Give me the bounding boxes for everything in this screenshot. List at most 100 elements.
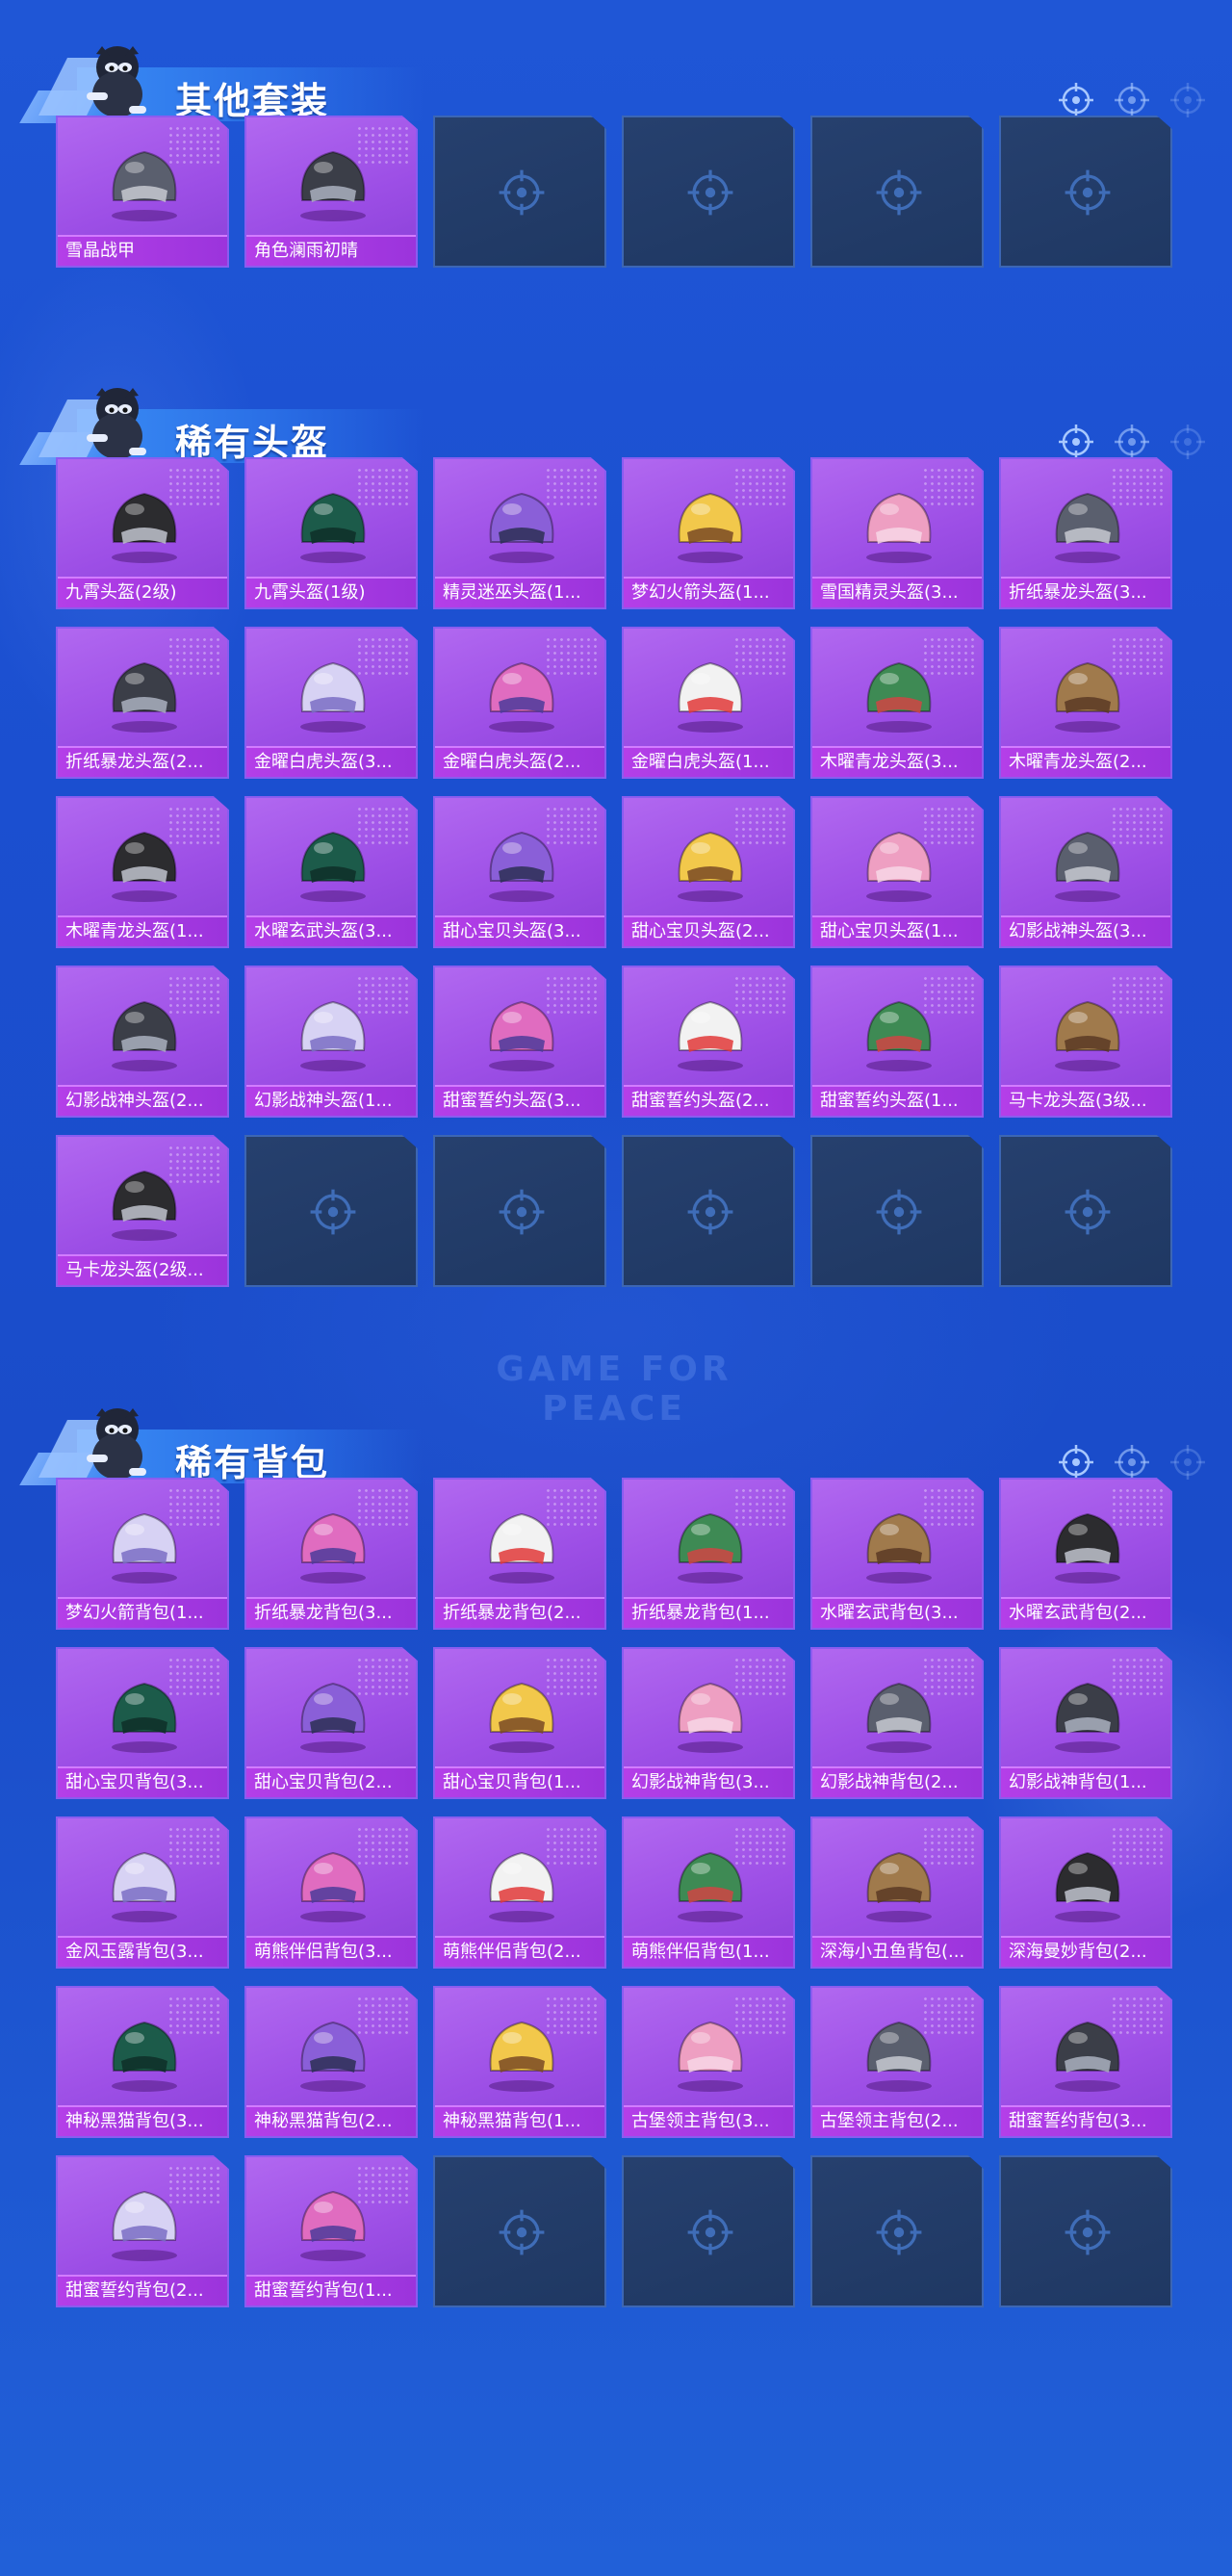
item-card[interactable]: 水曜玄武头盔(3...: [244, 796, 418, 948]
item-name: 雪晶战甲: [58, 235, 227, 266]
empty-slot: [622, 2155, 795, 2307]
item-card[interactable]: 幻影战神背包(1...: [999, 1647, 1172, 1799]
item-card[interactable]: 折纸暴龙背包(1...: [622, 1478, 795, 1630]
crosshair-icon: [874, 2207, 924, 2257]
item-name: 木曜青龙头盔(2...: [1001, 746, 1170, 777]
item-card[interactable]: 雪晶战甲: [56, 116, 229, 268]
item-card[interactable]: 金曜白虎头盔(2...: [433, 627, 606, 779]
item-card[interactable]: 木曜青龙头盔(2...: [999, 627, 1172, 779]
crosshair-icon: [874, 1187, 924, 1237]
item-card[interactable]: 甜心宝贝头盔(3...: [433, 796, 606, 948]
empty-slot: [999, 2155, 1172, 2307]
crosshair-icon: [497, 2207, 547, 2257]
item-card[interactable]: 甜蜜誓约头盔(2...: [622, 966, 795, 1118]
item-card[interactable]: 神秘黑猫背包(2...: [244, 1986, 418, 2138]
item-name: 梦幻火箭背包(1...: [58, 1597, 227, 1628]
crosshair-icon: [1063, 1187, 1113, 1237]
item-card[interactable]: 木曜青龙头盔(1...: [56, 796, 229, 948]
item-card[interactable]: 角色澜雨初晴: [244, 116, 418, 268]
section-2: 稀有头盔 九霄头盔(2级) 九霄头盔(1级) 精灵迷巫头盔(1... 梦幻火箭头…: [0, 380, 1232, 1287]
item-name: 金曜白虎头盔(3...: [246, 746, 416, 777]
item-name: 神秘黑猫背包(2...: [246, 2105, 416, 2136]
item-name: 幻影战神头盔(1...: [246, 1085, 416, 1116]
item-card[interactable]: 甜蜜誓约背包(3...: [999, 1986, 1172, 2138]
item-card[interactable]: 折纸暴龙背包(2...: [433, 1478, 606, 1630]
item-name: 甜蜜誓约背包(2...: [58, 2275, 227, 2306]
crosshair-icon: [308, 1187, 358, 1237]
item-name: 古堡领主背包(2...: [812, 2105, 982, 2136]
item-card[interactable]: 甜蜜誓约头盔(1...: [810, 966, 984, 1118]
item-card[interactable]: 金曜白虎头盔(1...: [622, 627, 795, 779]
item-card[interactable]: 甜蜜誓约背包(2...: [56, 2155, 229, 2307]
item-card[interactable]: 精灵迷巫头盔(1...: [433, 457, 606, 609]
item-card[interactable]: 金曜白虎头盔(3...: [244, 627, 418, 779]
item-card[interactable]: 金风玉露背包(3...: [56, 1816, 229, 1969]
crosshair-icon: [1168, 423, 1207, 461]
item-card[interactable]: 甜蜜誓约头盔(3...: [433, 966, 606, 1118]
item-name: 木曜青龙头盔(1...: [58, 915, 227, 946]
item-card[interactable]: 甜心宝贝背包(3...: [56, 1647, 229, 1799]
item-name: 水曜玄武头盔(3...: [246, 915, 416, 946]
item-card[interactable]: 古堡领主背包(3...: [622, 1986, 795, 2138]
item-name: 甜蜜誓约头盔(1...: [812, 1085, 982, 1116]
item-name: 甜心宝贝头盔(2...: [624, 915, 793, 946]
item-card[interactable]: 甜心宝贝头盔(1...: [810, 796, 984, 948]
item-card[interactable]: 幻影战神背包(3...: [622, 1647, 795, 1799]
item-card[interactable]: 马卡龙头盔(3级...: [999, 966, 1172, 1118]
item-card[interactable]: 萌熊伴侣背包(3...: [244, 1816, 418, 1969]
item-name: 木曜青龙头盔(3...: [812, 746, 982, 777]
crosshair-icon: [874, 167, 924, 218]
item-card[interactable]: 幻影战神头盔(1...: [244, 966, 418, 1118]
crosshair-icon: [1113, 423, 1151, 461]
crosshair-icon: [1168, 1443, 1207, 1481]
empty-slot: [999, 1135, 1172, 1287]
item-card[interactable]: 水曜玄武背包(2...: [999, 1478, 1172, 1630]
item-card[interactable]: 梦幻火箭头盔(1...: [622, 457, 795, 609]
item-card[interactable]: 甜心宝贝背包(1...: [433, 1647, 606, 1799]
item-card[interactable]: 折纸暴龙头盔(3...: [999, 457, 1172, 609]
item-card[interactable]: 萌熊伴侣背包(2...: [433, 1816, 606, 1969]
item-card[interactable]: 幻影战神头盔(3...: [999, 796, 1172, 948]
item-name: 折纸暴龙背包(3...: [246, 1597, 416, 1628]
empty-slot: [810, 116, 984, 268]
item-card[interactable]: 萌熊伴侣背包(1...: [622, 1816, 795, 1969]
empty-slot: [244, 1135, 418, 1287]
item-name: 马卡龙头盔(3级...: [1001, 1085, 1170, 1116]
item-card[interactable]: 深海小丑鱼背包(...: [810, 1816, 984, 1969]
item-card[interactable]: 甜心宝贝头盔(2...: [622, 796, 795, 948]
item-card[interactable]: 九霄头盔(1级): [244, 457, 418, 609]
item-card[interactable]: 水曜玄武背包(3...: [810, 1478, 984, 1630]
crosshair-icon: [685, 167, 735, 218]
item-card[interactable]: 九霄头盔(2级): [56, 457, 229, 609]
item-card[interactable]: 雪国精灵头盔(3...: [810, 457, 984, 609]
empty-slot: [433, 2155, 606, 2307]
item-card[interactable]: 古堡领主背包(2...: [810, 1986, 984, 2138]
item-card[interactable]: 梦幻火箭背包(1...: [56, 1478, 229, 1630]
item-name: 精灵迷巫头盔(1...: [435, 577, 604, 607]
item-card[interactable]: 神秘黑猫背包(3...: [56, 1986, 229, 2138]
crosshair-icon: [497, 1187, 547, 1237]
item-card[interactable]: 甜心宝贝背包(2...: [244, 1647, 418, 1799]
empty-slot: [810, 2155, 984, 2307]
item-name: 甜心宝贝头盔(1...: [812, 915, 982, 946]
item-card[interactable]: 折纸暴龙头盔(2...: [56, 627, 229, 779]
item-card[interactable]: 幻影战神头盔(2...: [56, 966, 229, 1118]
item-card[interactable]: 马卡龙头盔(2级...: [56, 1135, 229, 1287]
item-name: 深海小丑鱼背包(...: [812, 1936, 982, 1967]
item-card[interactable]: 甜蜜誓约背包(1...: [244, 2155, 418, 2307]
item-card[interactable]: 折纸暴龙背包(3...: [244, 1478, 418, 1630]
item-name: 折纸暴龙头盔(3...: [1001, 577, 1170, 607]
item-name: 古堡领主背包(3...: [624, 2105, 793, 2136]
item-name: 幻影战神背包(1...: [1001, 1766, 1170, 1797]
item-card[interactable]: 木曜青龙头盔(3...: [810, 627, 984, 779]
section-3: 稀有背包 梦幻火箭背包(1... 折纸暴龙背包(3... 折纸暴龙背包(2...…: [0, 1401, 1232, 2307]
item-card[interactable]: 深海曼妙背包(2...: [999, 1816, 1172, 1969]
item-card[interactable]: 幻影战神背包(2...: [810, 1647, 984, 1799]
empty-slot: [433, 1135, 606, 1287]
item-card[interactable]: 神秘黑猫背包(1...: [433, 1986, 606, 2138]
item-name: 水曜玄武背包(2...: [1001, 1597, 1170, 1628]
crosshair-icon: [1057, 1443, 1095, 1481]
item-name: 折纸暴龙背包(1...: [624, 1597, 793, 1628]
item-name: 神秘黑猫背包(1...: [435, 2105, 604, 2136]
item-name: 甜蜜誓约头盔(2...: [624, 1085, 793, 1116]
